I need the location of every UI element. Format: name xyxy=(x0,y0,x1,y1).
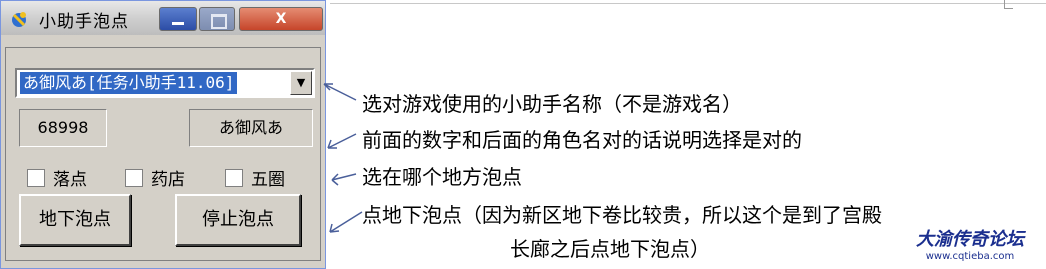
annotation-choose-location: 选在哪个地方泡点 xyxy=(362,165,522,189)
annotation-verify-name: 前面的数字和后面的角色名对的话说明选择是对的 xyxy=(362,128,802,152)
watermark-title: 大渝传奇论坛 xyxy=(916,229,1024,250)
watermark-url: www.cqtieba.com xyxy=(925,251,1015,262)
annotation-click-underground: 点地下泡点（因为新区地下卷比较贵，所以这个是到了宫殿 xyxy=(362,203,882,227)
forum-watermark: 大渝传奇论坛 www.cqtieba.com xyxy=(900,225,1040,262)
annotation-select-helper: 选对游戏使用的小助手名称（不是游戏名） xyxy=(362,92,742,116)
annotation-click-underground-cont: 长廊之后点地下泡点） xyxy=(510,237,710,261)
